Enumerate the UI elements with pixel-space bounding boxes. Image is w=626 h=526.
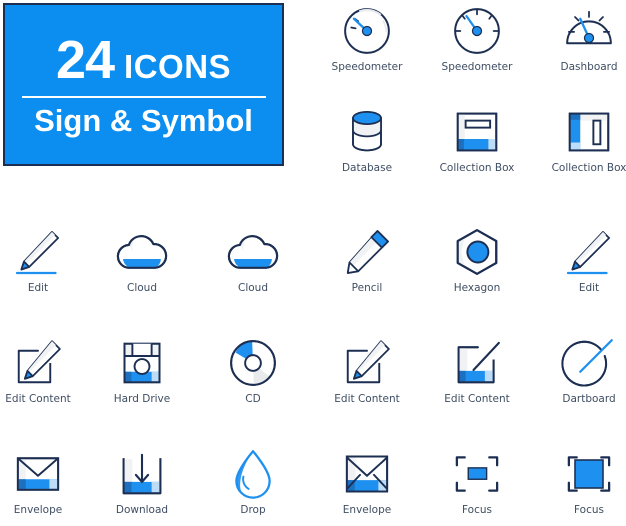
cloud-filled-icon: [227, 234, 279, 269]
icon-label: Drop: [240, 504, 266, 516]
water-drop-icon: [235, 450, 271, 499]
title-card: 24 ICONS Sign & Symbol: [3, 3, 284, 166]
pencil-underline-icon: [566, 231, 610, 275]
icon-cell-envelope-2[interactable]: Envelope: [315, 446, 419, 517]
icon-label: Envelope: [13, 504, 63, 516]
icon-cell-cloud-2[interactable]: Cloud: [201, 224, 305, 295]
square-stroke-icon: [457, 341, 500, 384]
cd-disc-icon: [230, 340, 276, 386]
focus-large-icon: [567, 456, 611, 492]
square-pencil-icon: [346, 340, 390, 384]
icon-cell-drop[interactable]: Drop: [201, 446, 305, 517]
icon-set-sheet: 24 ICONS Sign & Symbol Speedometer Speed…: [0, 0, 626, 526]
title-headline: 24 ICONS: [56, 33, 231, 87]
focus-small-icon: [455, 456, 499, 492]
dashboard-dome-icon: [566, 10, 612, 45]
icon-label: Cloud: [238, 282, 268, 294]
icon-cell-dartboard[interactable]: Dartboard: [537, 335, 626, 406]
icon-label: Collection Box: [439, 162, 515, 174]
icon-cell-focus-1[interactable]: Focus: [425, 446, 529, 517]
pencil-underline-icon: [15, 231, 59, 275]
icon-label: Dartboard: [562, 393, 616, 405]
icon-cell-collection-box-1[interactable]: Collection Box: [425, 104, 529, 175]
icon-label: Hexagon: [453, 282, 501, 294]
icon-cell-speedometer-1[interactable]: Speedometer: [315, 3, 419, 74]
icon-cell-edit-2[interactable]: Edit: [537, 224, 626, 295]
icon-label: Edit Content: [444, 393, 510, 405]
download-box-icon: [122, 453, 162, 495]
icon-label: Hard Drive: [113, 393, 171, 405]
title-subtitle: Sign & Symbol: [34, 103, 253, 138]
icon-label: Focus: [462, 504, 492, 516]
icon-cell-hard-drive[interactable]: Hard Drive: [90, 335, 194, 406]
icons-word: ICONS: [124, 48, 232, 85]
square-pencil-icon: [17, 340, 61, 384]
icon-label: Dashboard: [560, 61, 618, 73]
icon-label: Edit Content: [334, 393, 400, 405]
envelope-flap-icon: [16, 457, 60, 491]
icon-label: Speedometer: [441, 61, 513, 73]
database-cylinder-icon: [352, 111, 382, 152]
icon-label: Edit: [578, 282, 600, 294]
collection-box-slot-icon: [456, 112, 498, 152]
icon-cell-cd[interactable]: CD: [201, 335, 305, 406]
icon-cell-hexagon[interactable]: Hexagon: [425, 224, 529, 295]
icon-label: Envelope: [342, 504, 392, 516]
icon-label: Pencil: [351, 282, 383, 294]
icon-cell-download[interactable]: Download: [90, 446, 194, 517]
icon-cell-edit-content-2[interactable]: Edit Content: [315, 335, 419, 406]
icon-cell-edit-content-1[interactable]: Edit Content: [0, 335, 90, 406]
icon-label: Cloud: [127, 282, 157, 294]
icon-cell-pencil[interactable]: Pencil: [315, 224, 419, 295]
icon-label: Database: [341, 162, 393, 174]
collection-box-side-icon: [568, 112, 610, 152]
icon-cell-speedometer-2[interactable]: Speedometer: [425, 3, 529, 74]
hexagon-circle-icon: [456, 229, 498, 275]
icon-label: Focus: [574, 504, 604, 516]
speedometer-ticks-icon: [454, 8, 500, 54]
icon-cell-collection-box-2[interactable]: Collection Box: [537, 104, 626, 175]
icon-cell-edit-content-3[interactable]: Edit Content: [425, 335, 529, 406]
pencil-eraser-icon: [346, 230, 389, 274]
icon-label: Collection Box: [551, 162, 626, 174]
cloud-filled-icon: [116, 234, 168, 269]
icon-label: Edit Content: [5, 393, 71, 405]
speedometer-round-icon: [344, 8, 390, 54]
dartboard-arrow-icon: [561, 339, 613, 387]
icon-cell-cloud-1[interactable]: Cloud: [90, 224, 194, 295]
icon-cell-dashboard[interactable]: Dashboard: [537, 3, 626, 74]
icon-label: Download: [115, 504, 169, 516]
title-divider: [21, 96, 266, 98]
icon-cell-edit-1[interactable]: Edit: [0, 224, 90, 295]
icon-count: 24: [55, 30, 115, 90]
icon-cell-envelope-1[interactable]: Envelope: [0, 446, 90, 517]
envelope-cross-icon: [345, 455, 389, 493]
icon-label: CD: [245, 393, 261, 405]
icon-cell-database[interactable]: Database: [315, 104, 419, 175]
icon-label: Speedometer: [331, 61, 403, 73]
floppy-disk-icon: [123, 342, 161, 384]
icon-cell-focus-2[interactable]: Focus: [537, 446, 626, 517]
icon-label: Edit: [27, 282, 49, 294]
